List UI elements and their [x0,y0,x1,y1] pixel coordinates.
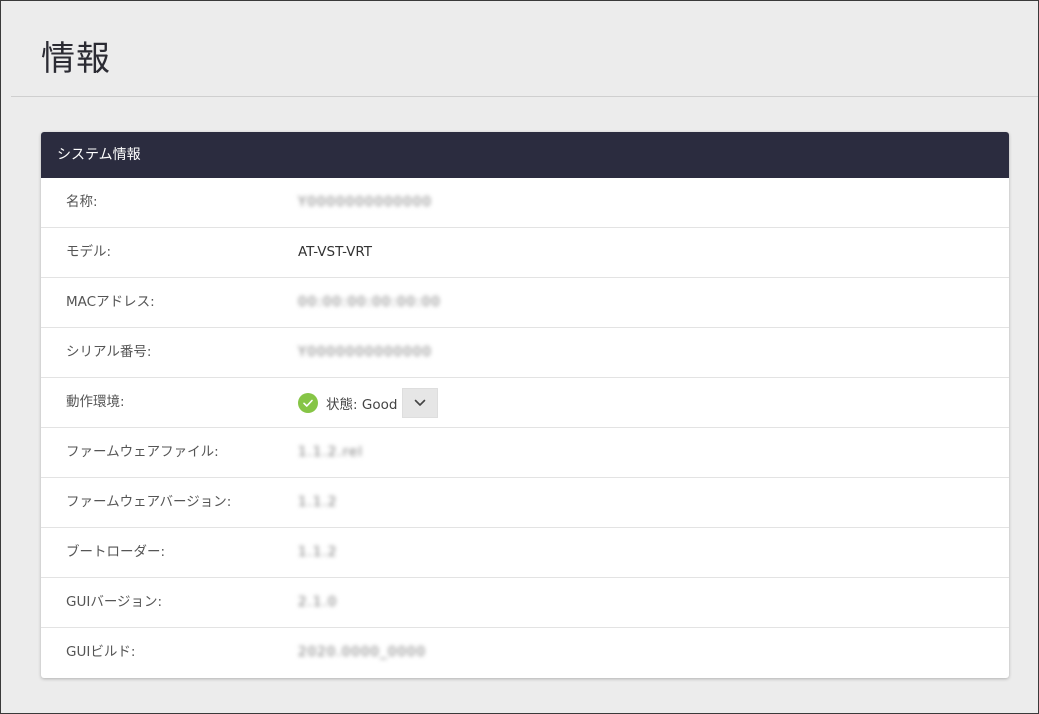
row-value: 2020.0000_0000 [298,628,426,677]
status-group: 状態: Good [298,388,439,418]
page-title: 情報 [41,39,111,79]
panel-header: システム情報 [41,132,1009,178]
row-value: Y0000000000000 [298,328,432,377]
info-row-firmware-file: ファームウェアファイル: 1.1.2.rel [41,428,1009,478]
row-label: 動作環境: [66,394,125,410]
row-value: 2.1.0 [298,578,337,627]
page-frame: 情報 システム情報 名称: Y0000000000000 モデル: AT-VST… [0,0,1039,714]
row-label: ファームウェアファイル: [66,444,219,460]
redacted-value: Y0000000000000 [298,194,432,210]
row-label: GUIビルド: [66,644,136,660]
info-row-firmware-version: ファームウェアバージョン: 1.1.2 [41,478,1009,528]
row-label: モデル: [66,244,112,260]
row-value: AT-VST-VRT [298,244,373,260]
row-value: 00:00:00:00:00:00 [298,278,441,327]
info-row-environment: 動作環境: 状態: Good [41,378,1009,428]
row-value: Y0000000000000 [298,178,432,227]
row-value: 1.1.2 [298,528,337,577]
status-value: Good [361,397,398,413]
redacted-value: 2020.0000_0000 [298,644,427,660]
title-divider [11,96,1038,97]
redacted-value: 1.1.2 [298,544,338,560]
row-label: シリアル番号: [66,344,152,360]
info-row-gui-version: GUIバージョン: 2.1.0 [41,578,1009,628]
row-label: ブートローダー: [66,544,166,560]
info-row-model: モデル: AT-VST-VRT [41,228,1009,278]
status-prefix: 状態: [326,397,358,413]
info-row-gui-build: GUIビルド: 2020.0000_0000 [41,628,1009,677]
info-row-serial: シリアル番号: Y0000000000000 [41,328,1009,378]
redacted-value: 2.1.0 [298,594,338,610]
row-label: MACアドレス: [66,294,155,310]
status-text: 状態: Good [326,393,397,413]
row-value: 1.1.2 [298,478,337,527]
chevron-down-icon [415,399,426,406]
row-value: 1.1.2.rel [298,428,363,477]
status-details-dropdown-button[interactable] [402,388,439,418]
check-circle-icon [298,393,318,413]
row-label: GUIバージョン: [66,594,163,610]
redacted-value: 00:00:00:00:00:00 [298,294,441,310]
row-label: ファームウェアバージョン: [66,494,232,510]
system-info-panel: システム情報 名称: Y0000000000000 モデル: AT-VST-VR… [41,132,1009,678]
redacted-value: 1.1.2 [298,494,338,510]
redacted-value: 1.1.2.rel [298,444,363,460]
info-row-bootloader: ブートローダー: 1.1.2 [41,528,1009,578]
info-row-mac: MACアドレス: 00:00:00:00:00:00 [41,278,1009,328]
row-label: 名称: [66,194,98,210]
info-row-name: 名称: Y0000000000000 [41,178,1009,228]
redacted-value: Y0000000000000 [298,344,432,360]
